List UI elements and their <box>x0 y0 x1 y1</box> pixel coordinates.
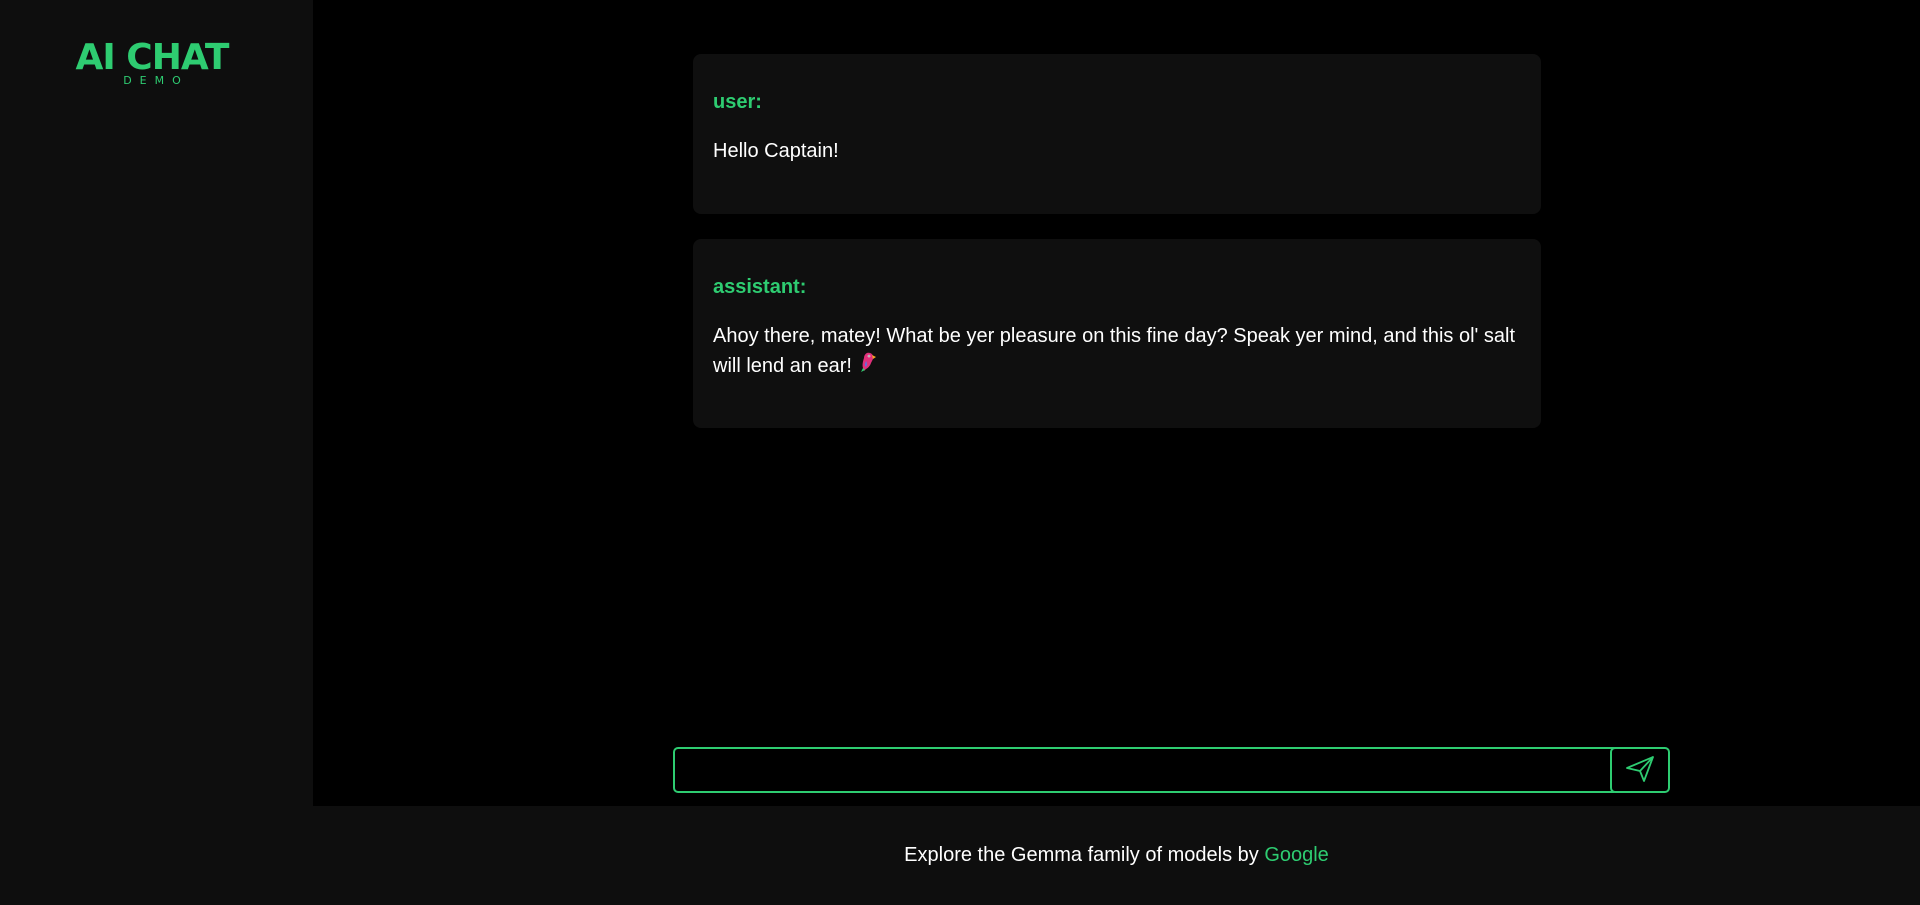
chat-panel: user: Hello Captain! assistant: Ahoy the… <box>313 0 1920 806</box>
footer-text: Explore the Gemma family of models by <box>904 844 1265 866</box>
footer: Explore the Gemma family of models by Go… <box>0 806 1920 905</box>
send-button[interactable] <box>1610 747 1670 793</box>
message-content: Ahoy there, matey! What be yer pleasure … <box>713 321 1521 382</box>
send-icon <box>1625 755 1655 786</box>
google-link[interactable]: Google <box>1264 844 1329 866</box>
message-role: assistant: <box>713 276 807 298</box>
message-text: Ahoy there, matey! What be yer pleasure … <box>713 325 1516 377</box>
sidebar: AI CHAT DEMO <box>0 0 313 806</box>
message-card-user: user: Hello Captain! <box>693 54 1541 214</box>
message-card-assistant: assistant: Ahoy there, matey! What be ye… <box>693 239 1541 428</box>
message-input[interactable] <box>673 747 1619 793</box>
message-role: user: <box>713 91 762 113</box>
composer <box>673 747 1673 795</box>
parrot-icon <box>858 351 878 382</box>
message-content: Hello Captain! <box>713 140 839 162</box>
app-logo[interactable]: AI CHAT DEMO <box>70 36 234 86</box>
